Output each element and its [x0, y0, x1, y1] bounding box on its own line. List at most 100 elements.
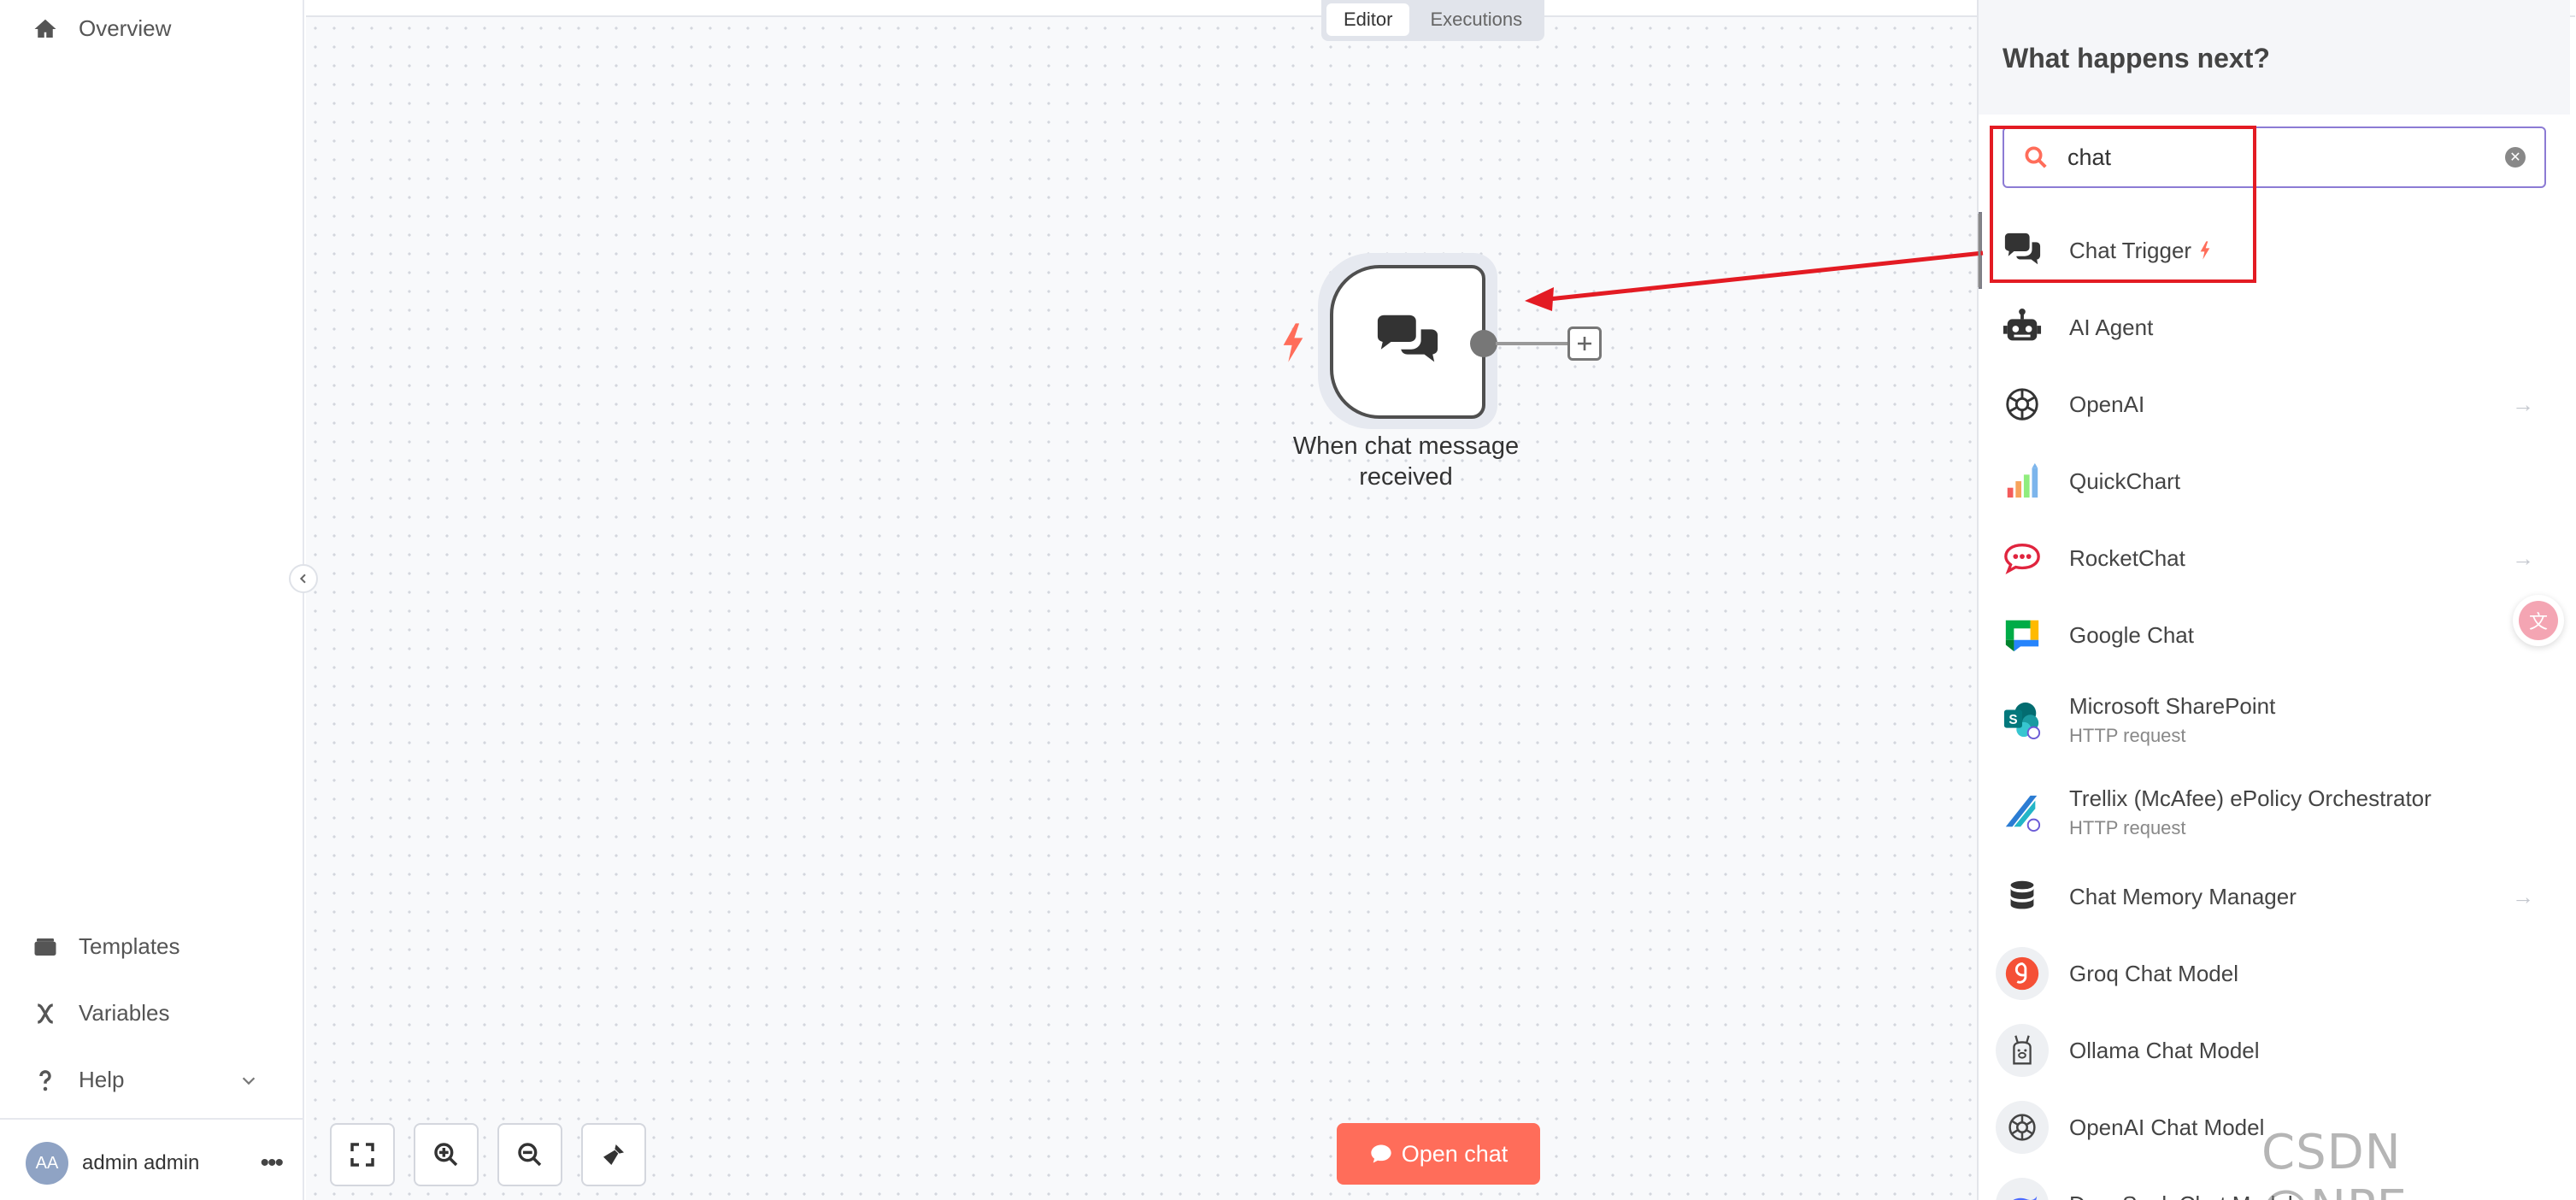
result-chat-trigger[interactable]: Chat Trigger	[1979, 212, 2570, 289]
arrow-right-icon: →	[2512, 883, 2534, 909]
node-label-line1: When chat message	[1292, 432, 1520, 460]
node-output-handle[interactable]	[1470, 330, 1497, 357]
translate-icon: 文	[2519, 601, 2558, 640]
sidebar-item-label: Overview	[79, 15, 172, 41]
sharepoint-icon: S	[2001, 698, 2044, 741]
result-name: AI Agent	[2069, 314, 2154, 340]
sidebar-divider	[0, 1118, 303, 1120]
tidy-up-button[interactable]	[581, 1123, 646, 1186]
result-name: Chat Memory Manager	[2069, 883, 2297, 909]
collapse-sidebar-button[interactable]	[289, 564, 318, 593]
user-name: admin admin	[82, 1151, 200, 1174]
result-groq-chat-model[interactable]: Groq Chat Model	[1979, 935, 2570, 1012]
translate-button[interactable]: 文	[2513, 595, 2564, 646]
robot-icon	[2001, 306, 2044, 349]
left-sidebar: Overview Templates Variables Help AA adm…	[0, 0, 304, 1200]
node-creator-panel: What happens next? ✕ Chat Trigger AI Age…	[1977, 0, 2570, 1200]
panel-title: What happens next?	[1979, 0, 2570, 115]
result-quickchart[interactable]: QuickChart	[1979, 443, 2570, 520]
result-name: OpenAI Chat Model	[2069, 1114, 2265, 1140]
search-input[interactable]	[2067, 144, 2505, 171]
sidebar-item-help[interactable]: Help	[32, 1067, 258, 1093]
watermark: CSDN @NPE~	[2261, 1125, 2448, 1200]
variables-icon	[38, 1003, 53, 1024]
chat-bubbles-icon	[2001, 229, 2044, 272]
zoom-out-icon	[518, 1143, 542, 1167]
fullscreen-icon	[350, 1143, 374, 1167]
broom-icon	[603, 1144, 624, 1165]
clear-search-icon[interactable]: ✕	[2505, 147, 2526, 168]
rocketchat-icon	[2001, 537, 2044, 579]
arrow-right-icon: →	[2512, 544, 2534, 571]
result-trellix[interactable]: Trellix (McAfee) ePolicy Orchestrator HT…	[1979, 766, 2570, 858]
groq-icon	[1996, 947, 2049, 1000]
result-name: RocketChat	[2069, 544, 2185, 571]
fit-view-button[interactable]	[330, 1123, 395, 1186]
chat-bubbles-icon	[1377, 315, 1438, 362]
trellix-icon	[2001, 791, 2044, 833]
result-name: DeepSeek Chat Model	[2069, 1191, 2293, 1200]
node-output-line	[1496, 342, 1569, 345]
open-chat-button[interactable]: Open chat	[1337, 1123, 1540, 1185]
more-options-icon[interactable]: •••	[260, 1149, 283, 1178]
openai-icon	[1996, 1101, 2049, 1154]
sidebar-item-label: Templates	[79, 933, 180, 959]
ollama-icon	[1996, 1024, 2049, 1077]
question-icon	[39, 1069, 51, 1091]
sidebar-item-overview[interactable]: Overview	[32, 15, 171, 42]
svg-text:S: S	[2008, 713, 2017, 727]
result-ai-agent[interactable]: AI Agent	[1979, 289, 2570, 366]
result-rocketchat[interactable]: RocketChat →	[1979, 520, 2570, 597]
result-name: Ollama Chat Model	[2069, 1037, 2260, 1063]
zoom-in-icon	[434, 1143, 458, 1167]
search-results: Chat Trigger AI Agent OpenAI → QuickChar…	[1979, 212, 2570, 1200]
chat-trigger-node[interactable]	[1330, 265, 1485, 419]
trigger-bolt-icon	[1283, 323, 1303, 362]
result-name: Trellix (McAfee) ePolicy Orchestrator	[2069, 785, 2432, 811]
workflow-canvas[interactable]	[306, 0, 1977, 1200]
home-icon	[34, 19, 56, 38]
deepseek-icon	[1996, 1178, 2049, 1200]
node-label-line2: received	[1359, 463, 1453, 491]
quickchart-icon	[2001, 460, 2044, 503]
sidebar-item-variables[interactable]: Variables	[32, 1000, 169, 1026]
search-icon	[2025, 146, 2047, 168]
plus-icon	[1578, 337, 1591, 350]
result-google-chat[interactable]: Google Chat	[1979, 597, 2570, 674]
avatar: AA	[26, 1142, 68, 1185]
sidebar-item-templates[interactable]: Templates	[32, 933, 180, 960]
google-chat-icon	[2001, 614, 2044, 656]
result-openai[interactable]: OpenAI →	[1979, 366, 2570, 443]
trigger-bolt-icon	[2200, 241, 2210, 260]
chevron-left-icon	[299, 574, 306, 584]
templates-box-icon	[34, 938, 56, 956]
chevron-down-icon	[242, 1076, 256, 1085]
sidebar-item-label: Help	[79, 1067, 125, 1092]
result-name: Chat Trigger	[2069, 237, 2192, 263]
arrow-right-icon: →	[2512, 391, 2534, 417]
chat-bubble-icon	[1371, 1144, 1391, 1163]
result-name: Groq Chat Model	[2069, 960, 2238, 986]
result-name: OpenAI	[2069, 391, 2145, 417]
zoom-in-button[interactable]	[414, 1123, 479, 1186]
result-chat-memory-manager[interactable]: Chat Memory Manager →	[1979, 858, 2570, 935]
result-ollama-chat-model[interactable]: Ollama Chat Model	[1979, 1012, 2570, 1089]
add-node-button[interactable]	[1567, 326, 1602, 361]
zoom-out-button[interactable]	[497, 1123, 562, 1186]
tab-editor[interactable]: Editor	[1326, 3, 1410, 36]
result-name: Microsoft SharePoint	[2069, 692, 2276, 719]
user-menu[interactable]: AA admin admin •••	[26, 1142, 284, 1185]
result-name: QuickChart	[2069, 468, 2181, 494]
result-microsoft-sharepoint[interactable]: S Microsoft SharePoint HTTP request	[1979, 674, 2570, 766]
result-subtitle: HTTP request	[2069, 816, 2186, 838]
result-name: Google Chat	[2069, 621, 2194, 648]
open-chat-label: Open chat	[1401, 1140, 1509, 1167]
openai-icon	[2001, 383, 2044, 426]
node-search-field[interactable]: ✕	[2003, 126, 2546, 188]
view-tabs: Editor Executions	[1321, 0, 1545, 41]
tab-executions[interactable]: Executions	[1413, 3, 1539, 36]
database-icon	[2001, 875, 2044, 918]
result-subtitle: HTTP request	[2069, 724, 2186, 746]
node-label: When chat message received	[1256, 431, 1556, 492]
sidebar-item-label: Variables	[79, 1000, 170, 1026]
